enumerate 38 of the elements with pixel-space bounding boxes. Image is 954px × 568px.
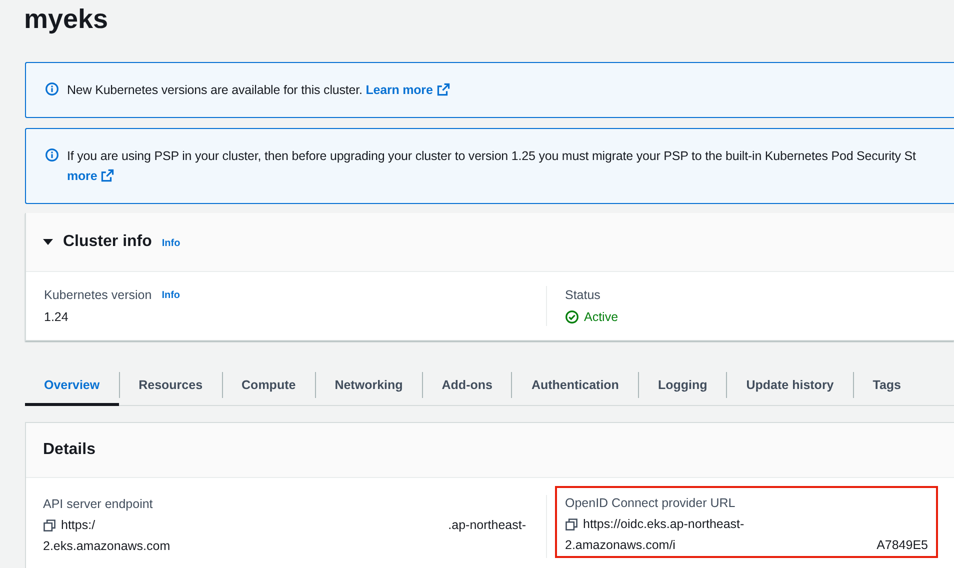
info-icon [45, 148, 59, 162]
field-label: Kubernetes version [44, 286, 152, 304]
alert-text: New Kubernetes versions are available for this cluster. Learn more [67, 80, 450, 100]
external-link-icon [101, 169, 114, 182]
learn-more-link[interactable]: more [67, 169, 114, 183]
tab[interactable]: Networking [316, 364, 422, 406]
section-title: Details [43, 440, 96, 460]
tab[interactable]: Resources [120, 364, 222, 406]
check-circle-icon [565, 310, 579, 324]
tab[interactable]: Update history [727, 364, 853, 406]
tab[interactable]: Tags [854, 364, 920, 406]
info-icon [45, 82, 59, 96]
tab[interactable]: Add-ons [422, 364, 512, 406]
section-title: Cluster info [63, 232, 152, 252]
url-text: .ap-northeast- [448, 516, 526, 534]
field-value: 1.24 [44, 309, 68, 326]
url-text: 2.amazonaws.com/i [565, 537, 676, 554]
tab[interactable]: Logging [638, 364, 726, 406]
external-link-icon [436, 83, 450, 96]
url-text: https:/ [61, 516, 96, 534]
url-text: A7849E5 [876, 537, 928, 554]
info-link[interactable]: Info [162, 236, 180, 250]
url-text: 2.eks.amazonaws.com [43, 538, 170, 555]
learn-more-link[interactable]: Learn more [366, 83, 450, 97]
status-text: Active [584, 308, 618, 326]
tab[interactable]: Authentication [512, 364, 638, 406]
field-label: OpenID Connect provider URL [565, 495, 736, 512]
field-label: Status [565, 286, 600, 304]
page-title: myeks [24, 3, 108, 36]
alert-text: If you are using PSP in your cluster, then before upgrading your cluster to version 1.25 you must migrate your PSP to the built-in Kubernetes Pod Security St more [67, 148, 917, 185]
info-link[interactable]: Info [162, 288, 180, 302]
tab[interactable]: Overview [25, 364, 119, 406]
caret-icon[interactable] [43, 237, 53, 247]
tab[interactable]: Compute [222, 364, 315, 406]
copy-icon[interactable] [565, 518, 578, 530]
field-label: API server endpoint [43, 496, 153, 513]
url-text: https://oidc.eks.ap-northeast- [583, 516, 744, 533]
copy-icon[interactable] [43, 518, 56, 532]
